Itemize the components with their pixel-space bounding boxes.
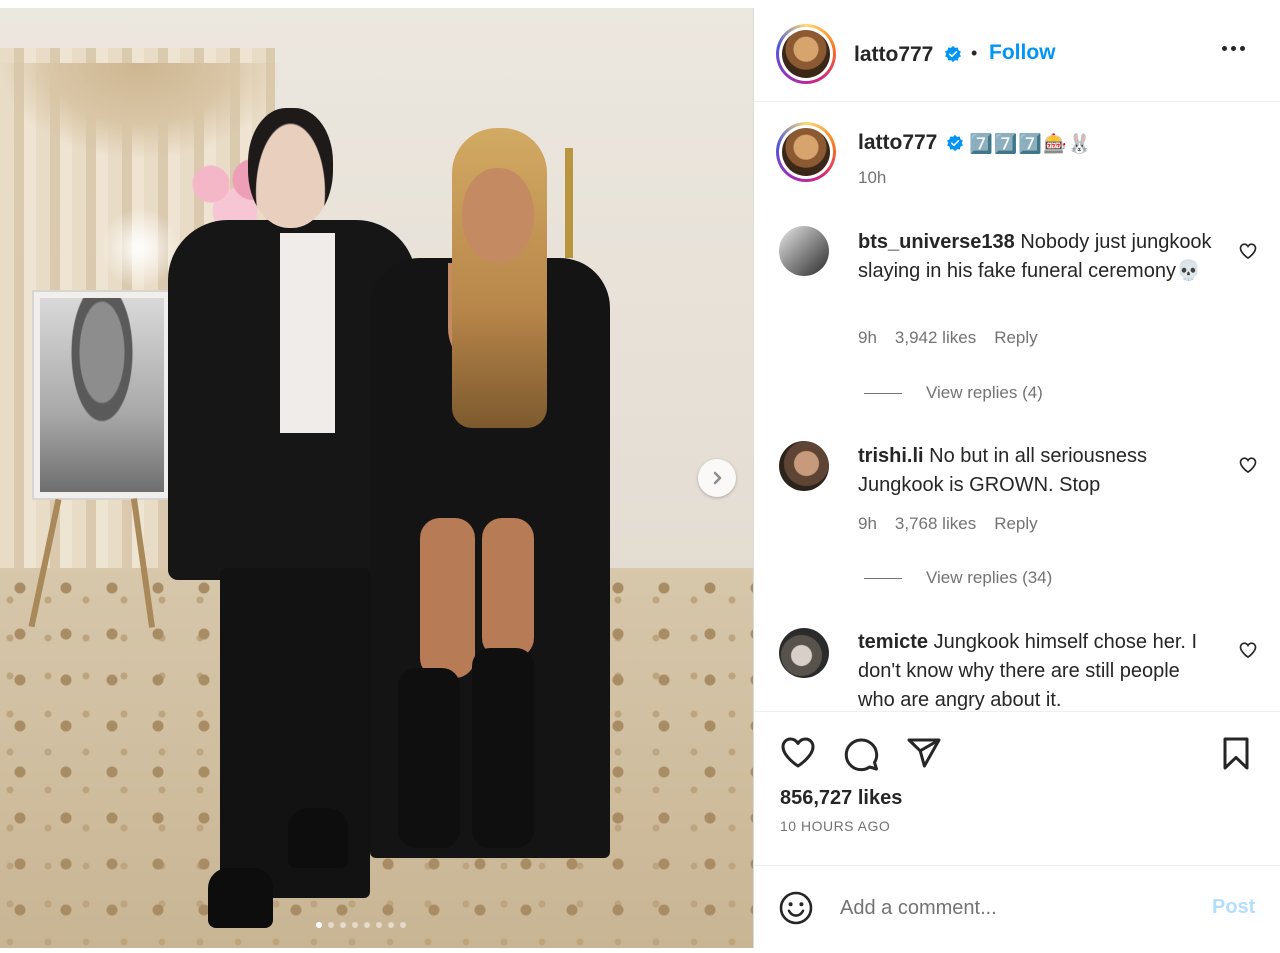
caption-time[interactable]: 10h xyxy=(858,168,886,188)
comment-clip: temicte Jungkook himself chose her. I do… xyxy=(754,618,1280,711)
photo-person-right xyxy=(370,128,620,858)
comment-meta: 9h 3,768 likes Reply xyxy=(858,514,1038,534)
page-bottom-edge xyxy=(0,948,1280,953)
comment-username[interactable]: trishi.li xyxy=(858,445,924,467)
carousel-dot[interactable] xyxy=(316,922,322,928)
carousel-dot[interactable] xyxy=(388,922,394,928)
caption-username[interactable]: latto777 xyxy=(858,131,937,155)
comment-heart-icon[interactable] xyxy=(1238,640,1258,660)
carousel-next-button[interactable] xyxy=(698,459,736,497)
comment-time[interactable]: 9h xyxy=(858,328,877,348)
paper-plane-icon[interactable] xyxy=(904,733,944,773)
caption-text: 7️⃣7️⃣7️⃣🎰🐰 xyxy=(969,133,1093,155)
comment-username[interactable]: bts_universe138 xyxy=(858,231,1015,253)
carousel-dot[interactable] xyxy=(400,922,406,928)
comment-reply-button[interactable]: Reply xyxy=(994,514,1037,534)
comment-body: trishi.li No but in all seriousness Jung… xyxy=(858,442,1218,500)
verified-badge-icon xyxy=(947,134,963,152)
author-username[interactable]: latto777 xyxy=(854,43,933,67)
follow-separator: • xyxy=(971,43,978,63)
actions-divider xyxy=(754,711,1280,712)
heart-icon[interactable] xyxy=(778,733,818,773)
commenter-avatar[interactable] xyxy=(779,441,829,491)
comment-heart-icon[interactable] xyxy=(1238,241,1258,261)
comment-bar-divider xyxy=(754,865,1280,866)
post-comment-button[interactable]: Post xyxy=(1212,896,1255,919)
comment-body: temicte Jungkook himself chose her. I do… xyxy=(858,628,1218,711)
view-replies-button[interactable]: View replies (4) xyxy=(864,383,1043,403)
add-comment-input[interactable] xyxy=(840,891,1200,925)
post-header: latto777 • Follow xyxy=(754,8,1280,102)
comment-heart-icon[interactable] xyxy=(1238,455,1258,475)
author-avatar[interactable] xyxy=(776,24,836,84)
post-time-ago[interactable]: 10 HOURS AGO xyxy=(780,818,890,834)
post-media xyxy=(0,8,753,948)
comment-likes[interactable]: 3,942 likes xyxy=(895,328,976,348)
follow-button[interactable]: Follow xyxy=(989,41,1056,65)
caption-author-avatar[interactable] xyxy=(776,122,836,182)
view-replies-button[interactable]: View replies (34) xyxy=(864,568,1052,588)
view-replies-label: View replies (34) xyxy=(926,568,1053,587)
comment-reply-button[interactable]: Reply xyxy=(994,328,1037,348)
carousel-dot[interactable] xyxy=(328,922,334,928)
smiley-icon[interactable] xyxy=(778,890,814,926)
carousel-dot[interactable] xyxy=(364,922,370,928)
carousel-dot[interactable] xyxy=(340,922,346,928)
comment-bubble-icon[interactable] xyxy=(841,733,881,773)
carousel-dot[interactable] xyxy=(352,922,358,928)
view-replies-label: View replies (4) xyxy=(926,383,1043,402)
carousel-dots xyxy=(316,922,406,928)
commenter-avatar[interactable] xyxy=(779,226,829,276)
carousel-dot[interactable] xyxy=(376,922,382,928)
verified-badge-icon xyxy=(945,45,961,63)
comment-time[interactable]: 9h xyxy=(858,514,877,534)
chevron-right-icon xyxy=(713,471,722,485)
post-sidebar: latto777 • Follow latto777 7️⃣7️⃣7️⃣🎰🐰 1… xyxy=(754,8,1280,948)
commenter-avatar[interactable] xyxy=(779,628,829,678)
bookmark-icon[interactable] xyxy=(1216,733,1256,773)
comment-username[interactable]: temicte xyxy=(858,631,928,653)
more-options-icon[interactable] xyxy=(1222,46,1250,56)
comment-body: bts_universe138 Nobody just jungkook sla… xyxy=(858,228,1218,286)
comment-meta: 9h 3,942 likes Reply xyxy=(858,328,1038,348)
photo-portrait xyxy=(40,298,164,492)
likes-count[interactable]: 856,727 likes xyxy=(780,787,902,810)
comment-likes[interactable]: 3,768 likes xyxy=(895,514,976,534)
